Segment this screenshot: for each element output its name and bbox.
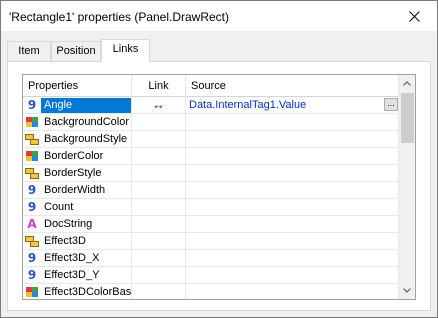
property-cell[interactable]: BorderStyle — [23, 165, 132, 181]
link-arrow-icon: ↔ — [152, 97, 165, 112]
close-icon — [408, 10, 420, 22]
property-name: Effect3D_X — [44, 251, 100, 264]
link-cell[interactable] — [132, 250, 186, 266]
grid-header: Properties Link Source — [23, 75, 399, 97]
color-icon — [23, 148, 41, 164]
property-cell[interactable]: Effect3D — [23, 233, 132, 249]
style-icon — [23, 165, 41, 181]
table-row[interactable]: BackgroundColor — [23, 114, 399, 131]
text-icon: A — [27, 217, 37, 231]
table-row[interactable]: BackgroundStyle — [23, 131, 399, 148]
table-row[interactable]: 9 BorderWidth — [23, 182, 399, 199]
table-row[interactable]: BorderColor — [23, 148, 399, 165]
header-link[interactable]: Link — [132, 75, 186, 97]
chevron-down-icon — [403, 288, 411, 293]
property-name: BorderColor — [44, 149, 104, 162]
property-name: BorderWidth — [44, 183, 106, 196]
source-value: Data.InternalTag1.Value — [189, 99, 307, 111]
property-cell[interactable]: 9 Effect3D_X — [23, 250, 132, 266]
property-name: Effect3D — [44, 234, 86, 247]
property-name: Effect3D_Y — [44, 268, 100, 281]
property-cell[interactable]: A DocString — [23, 216, 132, 232]
source-cell[interactable] — [186, 114, 399, 130]
property-cell[interactable]: 9 Effect3D_Y — [23, 267, 132, 283]
tab-item[interactable]: Item — [7, 41, 51, 61]
source-cell[interactable] — [186, 131, 399, 147]
number-icon: 9 — [27, 200, 37, 214]
property-name: DocString — [44, 217, 93, 230]
property-name: Count — [44, 200, 74, 213]
property-cell[interactable]: 9 Angle — [23, 97, 132, 113]
number-icon: 9 — [27, 251, 37, 265]
link-cell[interactable] — [132, 182, 186, 198]
tab-links[interactable]: Links — [101, 39, 150, 62]
chevron-up-icon — [403, 81, 411, 86]
style-icon — [23, 131, 41, 147]
link-cell[interactable] — [132, 216, 186, 232]
property-name: Effect3DColorBas — [44, 285, 132, 298]
vertical-scrollbar[interactable] — [398, 75, 415, 299]
property-name: BackgroundStyle — [44, 132, 128, 145]
grid-rows: 9 Angle ↔ Data.InternalTag1.Value... Backgro… — [23, 97, 399, 299]
property-cell[interactable]: BackgroundStyle — [23, 131, 132, 147]
table-row[interactable]: Effect3DColorBas — [23, 284, 399, 299]
table-row[interactable]: Effect3D — [23, 233, 399, 250]
source-cell[interactable] — [186, 182, 399, 198]
links-grid: Properties Link Source 9 Angle ↔ Data.Inter… — [22, 74, 416, 300]
style-icon — [23, 233, 41, 249]
source-cell[interactable] — [186, 148, 399, 164]
table-row[interactable]: BorderStyle — [23, 165, 399, 182]
source-cell[interactable]: Data.InternalTag1.Value... — [186, 97, 399, 113]
scroll-up-button[interactable] — [399, 75, 415, 92]
close-button[interactable] — [391, 1, 437, 31]
header-properties[interactable]: Properties — [23, 75, 132, 97]
property-cell[interactable]: BorderColor — [23, 148, 132, 164]
link-cell[interactable]: ↔ — [132, 97, 186, 113]
property-name: BackgroundColor — [44, 115, 129, 128]
link-cell[interactable] — [132, 165, 186, 181]
property-cell[interactable]: BackgroundColor — [23, 114, 132, 130]
color-icon — [23, 114, 41, 130]
source-cell[interactable] — [186, 267, 399, 283]
property-name: Angle — [41, 97, 131, 113]
window-title: 'Rectangle1' properties (Panel.DrawRect) — [9, 10, 230, 24]
tab-position[interactable]: Position — [51, 41, 101, 61]
link-cell[interactable] — [132, 199, 186, 215]
number-icon: 9 — [27, 268, 37, 282]
scroll-down-button[interactable] — [399, 282, 415, 299]
scroll-thumb[interactable] — [401, 93, 414, 143]
source-cell[interactable] — [186, 216, 399, 232]
table-row[interactable]: 9 Count — [23, 199, 399, 216]
color-icon — [23, 284, 41, 299]
table-row[interactable]: 9 Angle ↔ Data.InternalTag1.Value... — [23, 97, 399, 114]
property-cell[interactable]: 9 Count — [23, 199, 132, 215]
table-row[interactable]: 9 Effect3D_X — [23, 250, 399, 267]
number-icon: 9 — [27, 183, 37, 197]
link-cell[interactable] — [132, 233, 186, 249]
header-source[interactable]: Source — [186, 75, 399, 97]
source-cell[interactable] — [186, 233, 399, 249]
source-cell[interactable] — [186, 165, 399, 181]
source-cell[interactable] — [186, 250, 399, 266]
source-cell[interactable] — [186, 199, 399, 215]
table-row[interactable]: A DocString — [23, 216, 399, 233]
number-icon: 9 — [27, 98, 37, 112]
table-row[interactable]: 9 Effect3D_Y — [23, 267, 399, 284]
property-cell[interactable]: Effect3DColorBas — [23, 284, 132, 299]
link-cell[interactable] — [132, 114, 186, 130]
link-cell[interactable] — [132, 284, 186, 299]
property-cell[interactable]: 9 BorderWidth — [23, 182, 132, 198]
browse-source-button[interactable]: ... — [384, 98, 398, 111]
link-cell[interactable] — [132, 148, 186, 164]
title-bar: 'Rectangle1' properties (Panel.DrawRect) — [1, 1, 437, 31]
source-cell[interactable] — [186, 284, 399, 299]
property-name: BorderStyle — [44, 166, 102, 179]
link-cell[interactable] — [132, 267, 186, 283]
link-cell[interactable] — [132, 131, 186, 147]
